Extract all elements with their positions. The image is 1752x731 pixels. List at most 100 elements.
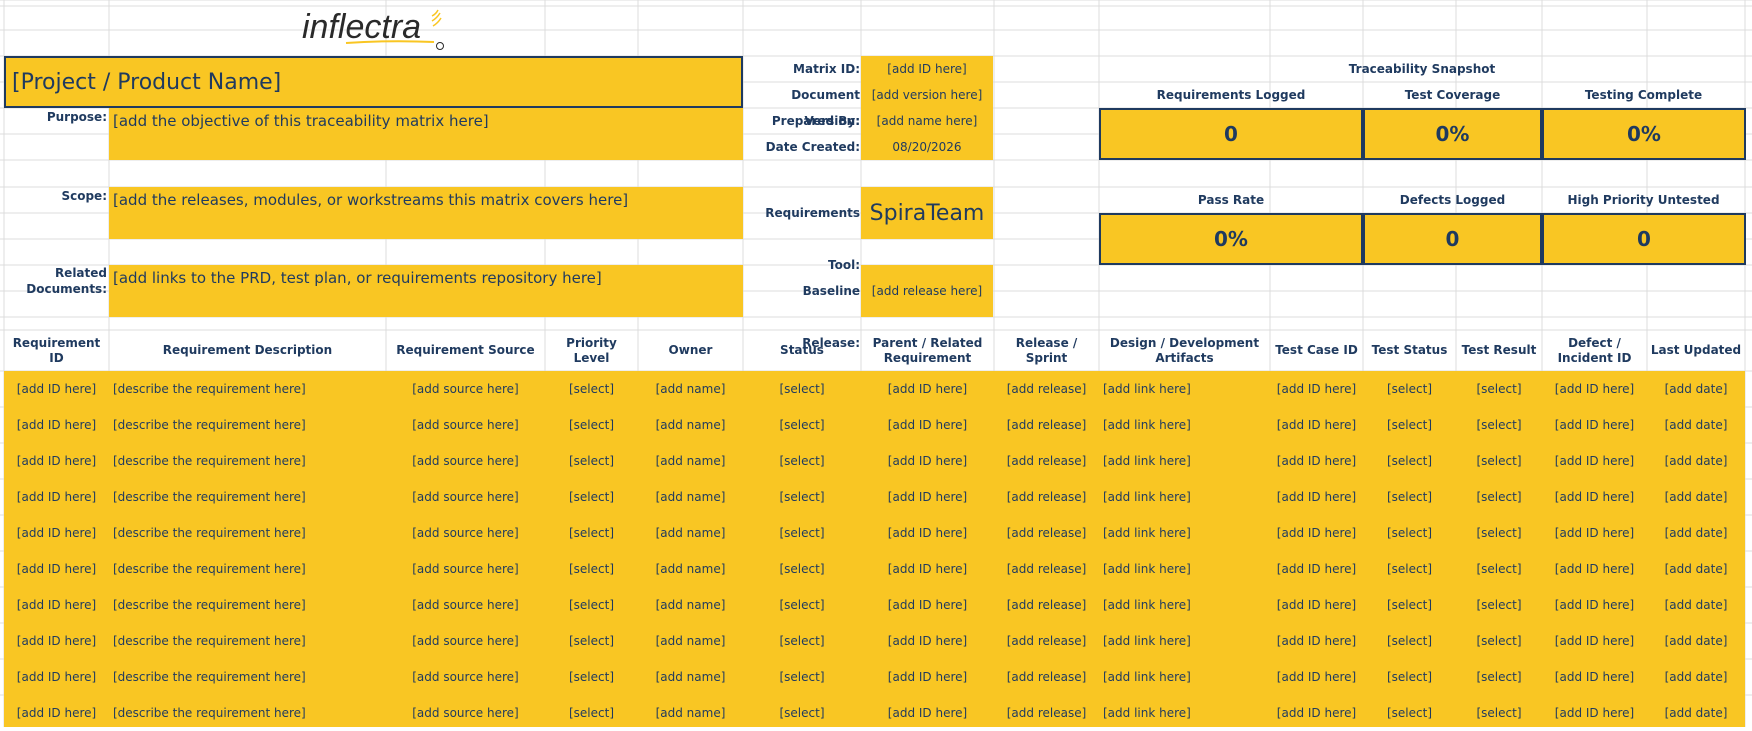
table-cell[interactable]: [add ID here] [861,551,994,587]
table-cell[interactable]: [select] [545,479,638,515]
table-cell[interactable]: [describe the requirement here] [109,479,386,515]
table-cell[interactable]: [select] [743,479,861,515]
table-cell[interactable]: [add source here] [386,371,545,407]
table-cell[interactable]: [add release] [994,551,1099,587]
table-cell[interactable]: [add ID here] [4,479,109,515]
table-cell[interactable]: [add ID here] [1270,551,1363,587]
table-cell[interactable]: [add ID here] [861,587,994,623]
table-cell[interactable]: [select] [743,623,861,659]
table-cell[interactable]: [add ID here] [1270,623,1363,659]
table-cell[interactable]: [select] [1363,695,1456,731]
table-cell[interactable]: [select] [545,695,638,731]
table-row[interactable]: [add ID here] [describe the requirement h… [0,479,1752,515]
table-header-cell[interactable]: Design / Development Artifacts [1099,330,1270,371]
related-docs-field[interactable]: [add links to the PRD, test plan, or req… [109,265,743,317]
table-cell[interactable]: [add link here] [1099,587,1270,623]
table-header-cell[interactable]: Test Case ID [1270,330,1363,371]
table-cell[interactable]: [add ID here] [1270,695,1363,731]
table-cell[interactable]: [add date] [1647,659,1745,695]
table-cell[interactable]: [describe the requirement here] [109,551,386,587]
table-cell[interactable]: [add ID here] [1542,659,1647,695]
table-cell[interactable]: [add date] [1647,695,1745,731]
table-cell[interactable]: [add date] [1647,551,1745,587]
table-cell[interactable]: [select] [1456,515,1542,551]
table-cell[interactable]: [add name] [638,551,743,587]
table-row[interactable]: [add ID here] [describe the requirement h… [0,443,1752,479]
table-cell[interactable]: [add link here] [1099,407,1270,443]
table-cell[interactable]: [add link here] [1099,443,1270,479]
table-row[interactable]: [add ID here] [describe the requirement h… [0,407,1752,443]
table-cell[interactable]: [add ID here] [861,479,994,515]
table-cell[interactable]: [add ID here] [1542,371,1647,407]
table-cell[interactable]: [select] [545,587,638,623]
table-cell[interactable]: [add link here] [1099,371,1270,407]
table-cell[interactable]: [add ID here] [1270,371,1363,407]
table-cell[interactable]: [add ID here] [4,623,109,659]
prepared-by-field[interactable]: [add name here] [861,108,993,134]
table-cell[interactable]: [add name] [638,623,743,659]
table-cell[interactable]: [add source here] [386,587,545,623]
table-cell[interactable]: [describe the requirement here] [109,407,386,443]
table-row[interactable]: [add ID here] [describe the requirement h… [0,515,1752,551]
table-cell[interactable]: [add date] [1647,623,1745,659]
table-cell[interactable]: [select] [1456,587,1542,623]
purpose-field[interactable]: [add the objective of this traceability … [109,108,743,160]
table-cell[interactable]: [add release] [994,443,1099,479]
table-cell[interactable]: [select] [1363,407,1456,443]
table-cell[interactable]: [select] [743,407,861,443]
table-cell[interactable]: [select] [545,443,638,479]
table-cell[interactable]: [add name] [638,407,743,443]
table-cell[interactable]: [add name] [638,515,743,551]
table-cell[interactable]: [add ID here] [1542,443,1647,479]
table-cell[interactable]: [add source here] [386,659,545,695]
table-cell[interactable]: [add release] [994,659,1099,695]
table-header-cell[interactable]: Parent / Related Requirement [861,330,994,371]
table-cell[interactable]: [select] [1363,587,1456,623]
table-cell[interactable]: [add date] [1647,443,1745,479]
table-cell[interactable]: [add date] [1647,587,1745,623]
table-cell[interactable]: [describe the requirement here] [109,623,386,659]
table-cell[interactable]: [select] [1363,659,1456,695]
table-cell[interactable]: [add link here] [1099,515,1270,551]
matrix-id-field[interactable]: [add ID here] [861,56,993,82]
table-cell[interactable]: [add source here] [386,695,545,731]
table-cell[interactable]: [add date] [1647,371,1745,407]
table-cell[interactable]: [add date] [1647,479,1745,515]
table-cell[interactable]: [add release] [994,587,1099,623]
table-cell[interactable]: [add ID here] [1270,407,1363,443]
table-cell[interactable]: [add source here] [386,407,545,443]
table-cell[interactable]: [add ID here] [861,623,994,659]
table-cell[interactable]: [add ID here] [4,443,109,479]
table-cell[interactable]: [select] [1363,371,1456,407]
table-cell[interactable]: [add ID here] [1542,551,1647,587]
table-cell[interactable]: [select] [743,551,861,587]
table-cell[interactable]: [add name] [638,479,743,515]
table-cell[interactable]: [add source here] [386,551,545,587]
table-cell[interactable]: [add source here] [386,479,545,515]
table-cell[interactable]: [add ID here] [861,659,994,695]
req-tool-field[interactable]: SpiraTeam [861,187,993,239]
table-cell[interactable]: [add link here] [1099,695,1270,731]
table-cell[interactable]: [add name] [638,695,743,731]
table-cell[interactable]: [add ID here] [1270,659,1363,695]
table-cell[interactable]: [add release] [994,407,1099,443]
table-cell[interactable]: [add ID here] [4,695,109,731]
table-cell[interactable]: [add ID here] [861,695,994,731]
table-cell[interactable]: [add ID here] [1270,515,1363,551]
table-cell[interactable]: [select] [545,659,638,695]
table-cell[interactable]: [add ID here] [4,587,109,623]
table-cell[interactable]: [add ID here] [4,407,109,443]
table-cell[interactable]: [select] [1456,623,1542,659]
table-cell[interactable]: [add ID here] [4,659,109,695]
table-cell[interactable]: [add name] [638,587,743,623]
table-header-cell[interactable]: Test Result [1456,330,1542,371]
table-cell[interactable]: [select] [545,551,638,587]
table-cell[interactable]: [select] [743,587,861,623]
table-cell[interactable]: [add ID here] [1270,479,1363,515]
table-cell[interactable]: [add date] [1647,515,1745,551]
table-cell[interactable]: [select] [743,515,861,551]
table-cell[interactable]: [add ID here] [1542,479,1647,515]
table-cell[interactable]: [select] [545,371,638,407]
table-cell[interactable]: [select] [1456,659,1542,695]
table-header-cell[interactable]: Last Updated [1647,330,1745,371]
